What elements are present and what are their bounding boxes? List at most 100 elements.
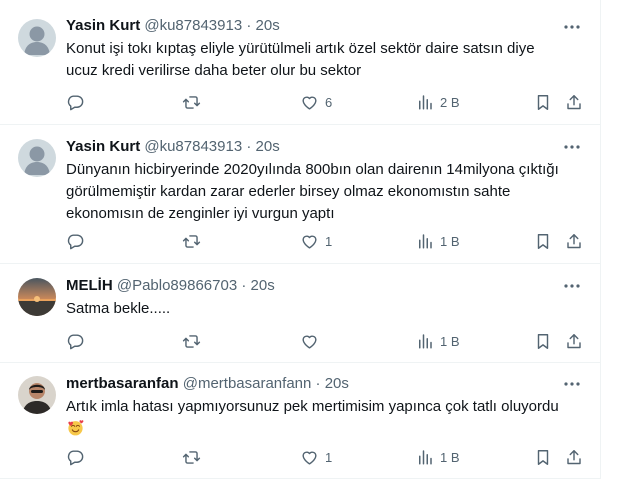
person-avatar-icon — [18, 376, 56, 414]
like-button[interactable]: 1 — [300, 230, 332, 252]
author-name[interactable]: mertbasaranfan — [66, 375, 179, 392]
more-options-button[interactable] — [562, 137, 582, 157]
more-dots-icon — [564, 284, 580, 288]
author-handle[interactable]: @Pablo89866703 — [117, 277, 237, 294]
share-icon — [567, 333, 581, 348]
tweet[interactable]: Yasin Kurt @ku87843913 · 20s Konut işi t… — [0, 0, 600, 125]
more-options-button[interactable] — [562, 276, 582, 296]
share-icon — [567, 94, 581, 109]
author-name[interactable]: Yasin Kurt — [66, 17, 140, 34]
heart-icon — [302, 451, 317, 465]
bookmark-icon — [537, 449, 549, 465]
tweet-header: MELİH @Pablo89866703 · 20s — [66, 276, 530, 296]
bookmark-icon — [537, 233, 549, 249]
share-button[interactable] — [565, 91, 583, 113]
timestamp[interactable]: 20s — [256, 17, 280, 34]
share-icon — [567, 233, 581, 248]
timestamp[interactable]: 20s — [325, 375, 349, 392]
views-bar-chart-icon — [419, 334, 432, 349]
retweet-button[interactable] — [182, 330, 201, 352]
author-handle[interactable]: @mertbasaranfann — [183, 375, 312, 392]
avatar-sunset-photo[interactable] — [18, 278, 56, 316]
share-icon — [567, 449, 581, 464]
more-dots-icon — [564, 25, 580, 29]
tweet-text: Dünyanın hicbiryerinde 2020yılında 800bı… — [66, 161, 559, 222]
reply-icon — [67, 333, 84, 349]
reply-button[interactable] — [66, 230, 85, 252]
like-button[interactable]: 1 — [300, 446, 332, 468]
reply-button[interactable] — [66, 330, 85, 352]
views-bar-chart-icon — [419, 234, 432, 249]
reply-button[interactable] — [66, 91, 85, 113]
retweet-icon — [182, 95, 201, 109]
separator-dot: · — [246, 17, 252, 34]
tweet-actions: 1 1 B — [66, 446, 586, 468]
reply-feed: Yasin Kurt @ku87843913 · 20s Konut işi t… — [0, 0, 601, 479]
share-button[interactable] — [565, 330, 583, 352]
share-button[interactable] — [565, 446, 583, 468]
tweet-actions: 1 1 B — [66, 230, 586, 252]
heart-icon — [302, 335, 317, 349]
avatar-default[interactable] — [18, 139, 56, 177]
tweet-text-content: Artık imla hatası yapmıyorsunuz pek mert… — [66, 398, 559, 415]
more-dots-icon — [564, 382, 580, 386]
avatar-photo[interactable] — [18, 376, 56, 414]
smiling-face-with-hearts-icon — [66, 418, 85, 444]
tweet-text: Artık imla hatası yapmıyorsunuz pek mert… — [66, 396, 566, 444]
tweet[interactable]: mertbasaranfan @mertbasaranfann · 20s Ar… — [0, 363, 600, 479]
like-button[interactable] — [300, 330, 325, 352]
retweet-icon — [182, 234, 201, 248]
retweet-button[interactable] — [182, 230, 201, 252]
timestamp[interactable]: 20s — [251, 277, 275, 294]
separator-dot: · — [246, 138, 252, 155]
tweet[interactable]: MELİH @Pablo89866703 · 20s Satma bekle..… — [0, 264, 600, 363]
bookmark-icon — [537, 94, 549, 110]
bookmark-button[interactable] — [534, 230, 552, 252]
views-bar-chart-icon — [419, 450, 432, 465]
tweet[interactable]: Yasin Kurt @ku87843913 · 20s Dünyanın hi… — [0, 125, 600, 264]
like-count: 1 — [325, 233, 333, 249]
avatar-default[interactable] — [18, 19, 56, 57]
heart-icon — [302, 96, 317, 110]
reply-icon — [67, 233, 84, 249]
tweet-actions: 1 B — [66, 330, 586, 352]
like-count: 1 — [325, 449, 333, 465]
default-avatar-icon — [18, 19, 56, 57]
tweet-text: Satma bekle..... — [66, 300, 171, 317]
separator-dot: · — [315, 375, 321, 392]
view-count: 1 B — [440, 449, 460, 465]
tweet-header: Yasin Kurt @ku87843913 · 20s — [66, 16, 530, 36]
default-avatar-icon — [18, 139, 56, 177]
reply-icon — [67, 449, 84, 465]
view-count: 1 B — [440, 333, 460, 349]
reply-icon — [67, 94, 84, 110]
views-button[interactable]: 1 B — [416, 230, 460, 252]
retweet-icon — [182, 334, 201, 348]
reply-button[interactable] — [66, 446, 85, 468]
bookmark-button[interactable] — [534, 330, 552, 352]
author-handle[interactable]: @ku87843913 — [144, 138, 242, 155]
more-options-button[interactable] — [562, 17, 582, 37]
share-button[interactable] — [565, 230, 583, 252]
timestamp[interactable]: 20s — [256, 138, 280, 155]
retweet-button[interactable] — [182, 446, 201, 468]
tweet-actions: 6 2 B — [66, 91, 586, 113]
like-button[interactable]: 6 — [300, 91, 332, 113]
sunset-avatar-icon — [18, 278, 56, 316]
views-button[interactable]: 1 B — [416, 330, 460, 352]
more-options-button[interactable] — [562, 374, 582, 394]
tweet-header: Yasin Kurt @ku87843913 · 20s — [66, 137, 530, 157]
more-dots-icon — [564, 145, 580, 149]
author-name[interactable]: Yasin Kurt — [66, 138, 140, 155]
like-count: 6 — [325, 94, 333, 110]
view-count: 2 B — [440, 94, 460, 110]
heart-icon — [302, 235, 317, 249]
author-name[interactable]: MELİH — [66, 277, 113, 294]
views-button[interactable]: 1 B — [416, 446, 460, 468]
views-button[interactable]: 2 B — [416, 91, 460, 113]
author-handle[interactable]: @ku87843913 — [144, 17, 242, 34]
bookmark-icon — [537, 333, 549, 349]
bookmark-button[interactable] — [534, 446, 552, 468]
bookmark-button[interactable] — [534, 91, 552, 113]
retweet-button[interactable] — [182, 91, 201, 113]
